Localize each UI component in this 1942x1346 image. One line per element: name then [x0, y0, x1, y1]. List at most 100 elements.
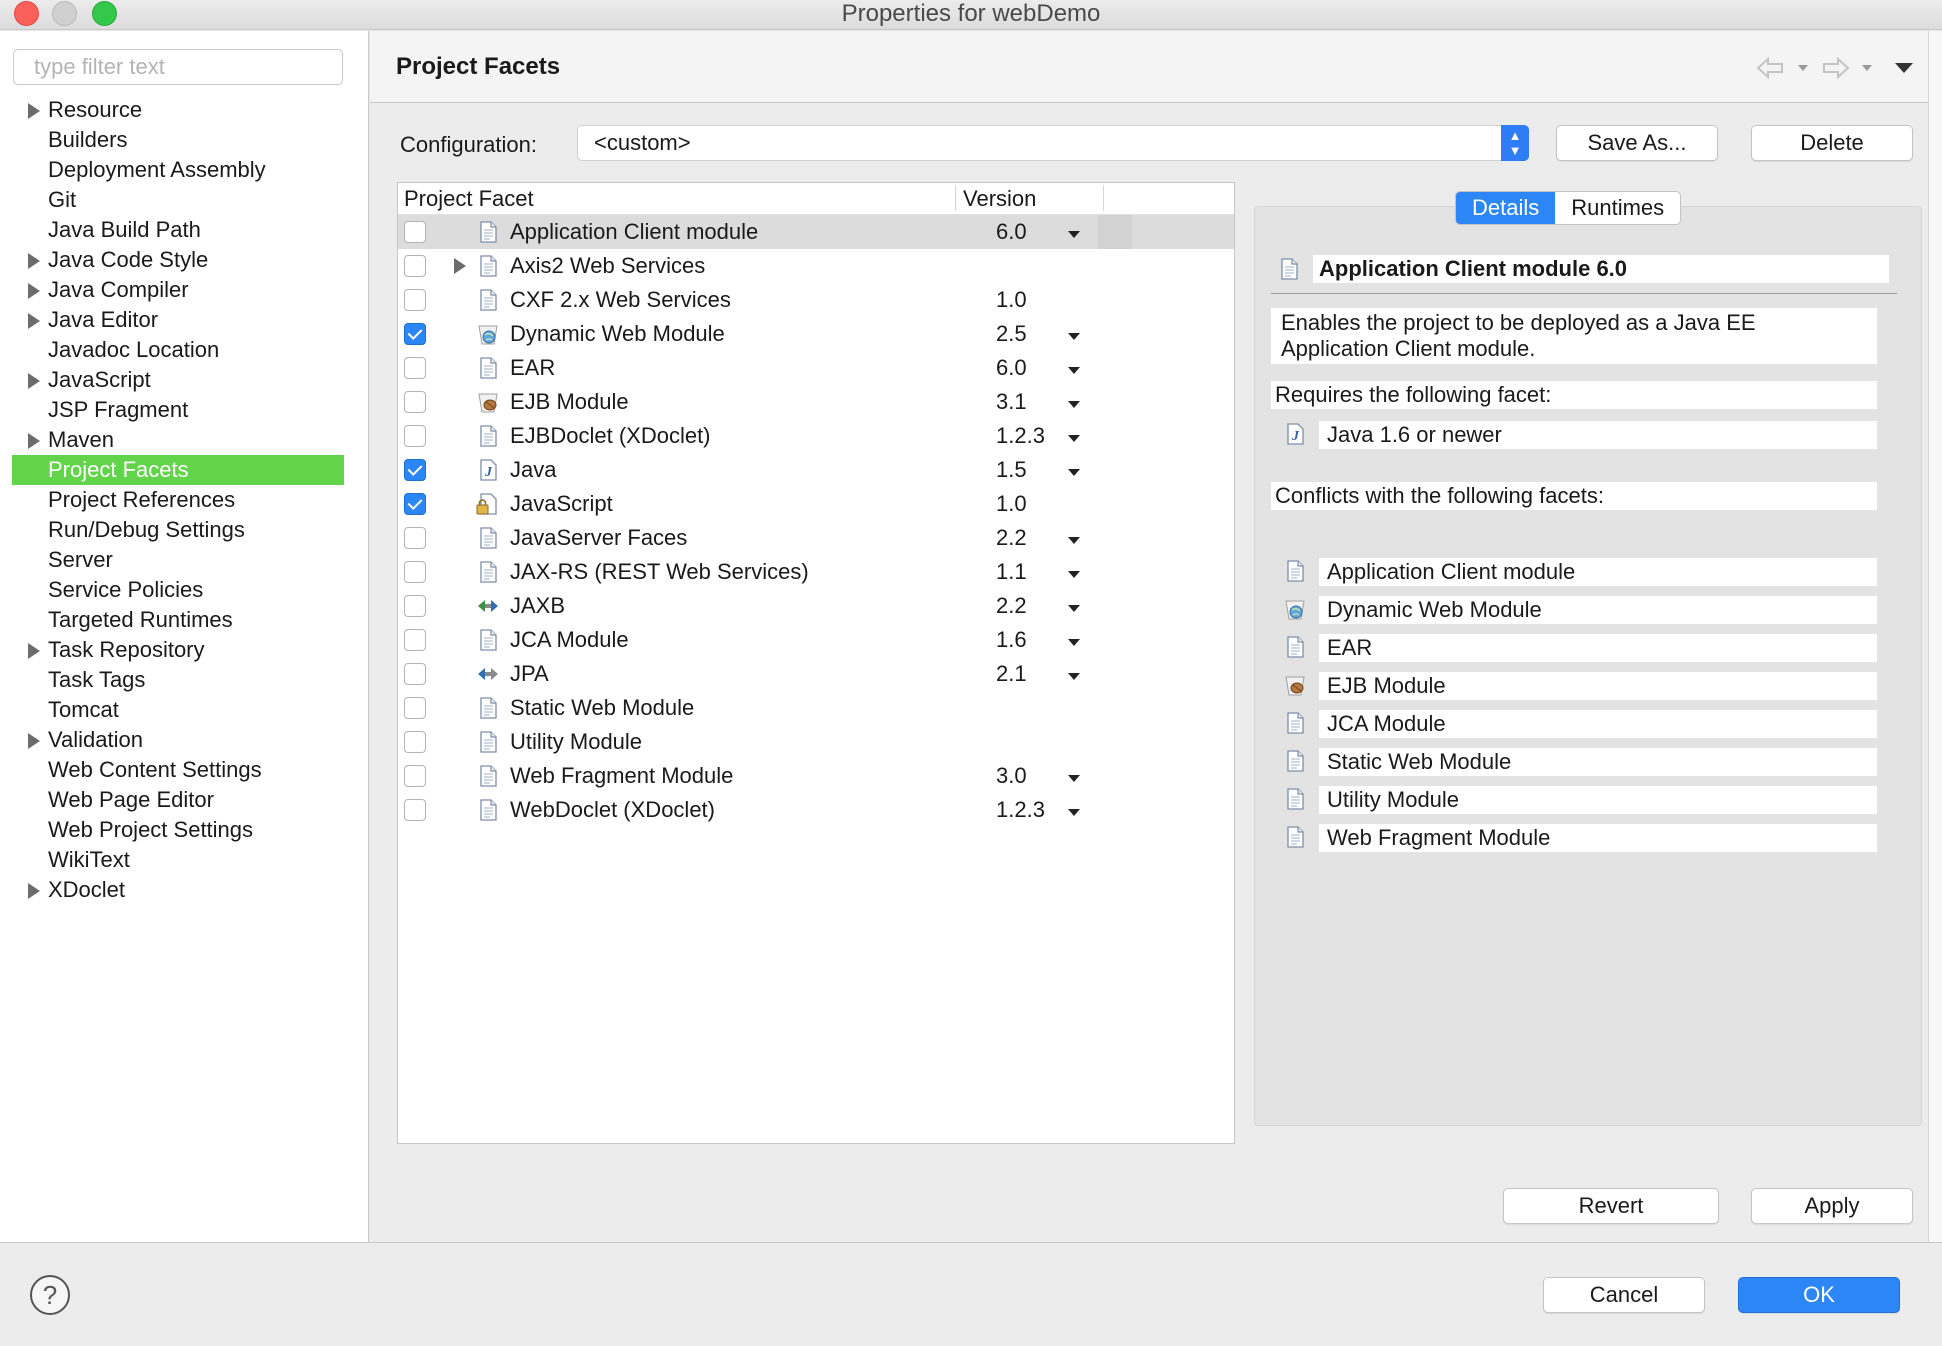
facet-row[interactable]: EAR 6.0	[398, 351, 1234, 385]
facet-row[interactable]: JavaScript 1.0	[398, 487, 1234, 521]
sidebar-item[interactable]: Git	[12, 185, 344, 215]
sidebar-item[interactable]: Service Policies	[12, 575, 344, 605]
version-dropdown-icon[interactable]	[1068, 775, 1080, 782]
version-dropdown-icon[interactable]	[1068, 605, 1080, 612]
version-dropdown-icon[interactable]	[1068, 673, 1080, 680]
save-as-button[interactable]: Save As...	[1556, 125, 1718, 161]
apply-button[interactable]: Apply	[1751, 1188, 1913, 1224]
facet-checkbox[interactable]	[404, 493, 426, 515]
configuration-select[interactable]: <custom> ▲ ▼	[577, 125, 1529, 161]
tab-details[interactable]: Details	[1456, 192, 1556, 224]
cancel-button[interactable]: Cancel	[1543, 1277, 1705, 1313]
facet-version[interactable]: 1.2.3	[996, 419, 1045, 453]
facet-checkbox[interactable]	[404, 221, 426, 243]
filter-input[interactable]	[13, 49, 343, 85]
version-dropdown-icon[interactable]	[1068, 571, 1080, 578]
sidebar-item[interactable]: Project Facets	[12, 455, 344, 485]
version-dropdown-cell[interactable]	[1098, 215, 1132, 249]
sidebar-item[interactable]: JSP Fragment	[12, 395, 344, 425]
forward-arrow-icon[interactable]	[1820, 56, 1850, 80]
facet-row[interactable]: EJBDoclet (XDoclet) 1.2.3	[398, 419, 1234, 453]
sidebar-item[interactable]: Validation	[12, 725, 344, 755]
facet-checkbox[interactable]	[404, 425, 426, 447]
facet-row[interactable]: EJB Module 3.1	[398, 385, 1234, 419]
facet-row[interactable]: Web Fragment Module 3.0	[398, 759, 1234, 793]
sidebar-item[interactable]: Java Build Path	[12, 215, 344, 245]
sidebar-item[interactable]: Project References	[12, 485, 344, 515]
facet-version[interactable]: 1.5	[996, 453, 1027, 487]
facet-checkbox[interactable]	[404, 663, 426, 685]
facet-checkbox[interactable]	[404, 561, 426, 583]
expand-arrow-icon[interactable]	[28, 373, 40, 389]
tab-runtimes[interactable]: Runtimes	[1555, 192, 1680, 224]
facet-row[interactable]: Utility Module	[398, 725, 1234, 759]
facet-row[interactable]: JAXB 2.2	[398, 589, 1234, 623]
facet-row[interactable]: WebDoclet (XDoclet) 1.2.3	[398, 793, 1234, 827]
facet-version[interactable]: 2.2	[996, 589, 1027, 623]
view-menu-icon[interactable]	[1894, 61, 1914, 75]
version-dropdown-icon[interactable]	[1068, 231, 1080, 238]
facet-row[interactable]: JCA Module 1.6	[398, 623, 1234, 657]
version-dropdown-icon[interactable]	[1068, 435, 1080, 442]
sidebar-item[interactable]: Server	[12, 545, 344, 575]
expand-arrow-icon[interactable]	[28, 433, 40, 449]
facet-version[interactable]: 2.2	[996, 521, 1027, 555]
facet-version[interactable]: 1.6	[996, 623, 1027, 657]
expand-arrow-icon[interactable]	[28, 733, 40, 749]
select-stepper-icon[interactable]: ▲ ▼	[1501, 125, 1529, 161]
expand-arrow-icon[interactable]	[454, 258, 466, 274]
sidebar-item[interactable]: Java Editor	[12, 305, 344, 335]
facet-version[interactable]: 1.1	[996, 555, 1027, 589]
facet-checkbox[interactable]	[404, 527, 426, 549]
facet-checkbox[interactable]	[404, 697, 426, 719]
delete-button[interactable]: Delete	[1751, 125, 1913, 161]
close-window-button[interactable]	[14, 1, 39, 26]
facet-checkbox[interactable]	[404, 459, 426, 481]
version-dropdown-icon[interactable]	[1068, 401, 1080, 408]
facet-checkbox[interactable]	[404, 765, 426, 787]
sidebar-item[interactable]: XDoclet	[12, 875, 344, 905]
sidebar-item[interactable]: Tomcat	[12, 695, 344, 725]
facet-row[interactable]: JAX-RS (REST Web Services) 1.1	[398, 555, 1234, 589]
expand-arrow-icon[interactable]	[28, 253, 40, 269]
facet-row[interactable]: Static Web Module	[398, 691, 1234, 725]
facet-version[interactable]: 3.0	[996, 759, 1027, 793]
facet-checkbox[interactable]	[404, 731, 426, 753]
sidebar-item[interactable]: JavaScript	[12, 365, 344, 395]
facet-checkbox[interactable]	[404, 595, 426, 617]
facet-checkbox[interactable]	[404, 357, 426, 379]
sidebar-item[interactable]: Targeted Runtimes	[12, 605, 344, 635]
column-header-version[interactable]: Version	[963, 186, 1036, 212]
facet-version[interactable]: 1.2.3	[996, 793, 1045, 827]
facet-checkbox[interactable]	[404, 799, 426, 821]
facet-version[interactable]: 3.1	[996, 385, 1027, 419]
column-divider[interactable]	[955, 185, 956, 211]
sidebar-item[interactable]: Task Repository	[12, 635, 344, 665]
sidebar-item[interactable]: Java Compiler	[12, 275, 344, 305]
sidebar-item[interactable]: WikiText	[12, 845, 344, 875]
version-dropdown-icon[interactable]	[1068, 469, 1080, 476]
version-dropdown-icon[interactable]	[1068, 809, 1080, 816]
zoom-window-button[interactable]	[92, 1, 117, 26]
facet-row[interactable]: Dynamic Web Module 2.5	[398, 317, 1234, 351]
sidebar-item[interactable]: Resource	[12, 95, 344, 125]
sidebar-item[interactable]: Java Code Style	[12, 245, 344, 275]
facet-row[interactable]: JPA 2.1	[398, 657, 1234, 691]
facet-version[interactable]: 6.0	[996, 215, 1027, 249]
facet-checkbox[interactable]	[404, 289, 426, 311]
sidebar-item[interactable]: Web Page Editor	[12, 785, 344, 815]
facet-row[interactable]: CXF 2.x Web Services 1.0	[398, 283, 1234, 317]
sidebar-item[interactable]: Javadoc Location	[12, 335, 344, 365]
expand-arrow-icon[interactable]	[28, 283, 40, 299]
facet-version[interactable]: 6.0	[996, 351, 1027, 385]
back-arrow-icon[interactable]	[1756, 56, 1786, 80]
minimize-window-button[interactable]	[52, 1, 77, 26]
sidebar-item[interactable]: Run/Debug Settings	[12, 515, 344, 545]
facet-row[interactable]: JavaServer Faces 2.2	[398, 521, 1234, 555]
sidebar-item[interactable]: Web Content Settings	[12, 755, 344, 785]
facet-checkbox[interactable]	[404, 323, 426, 345]
help-icon[interactable]: ?	[30, 1275, 70, 1315]
facet-version[interactable]: 2.5	[996, 317, 1027, 351]
column-header-facet[interactable]: Project Facet	[404, 186, 534, 212]
facet-version[interactable]: 2.1	[996, 657, 1027, 691]
